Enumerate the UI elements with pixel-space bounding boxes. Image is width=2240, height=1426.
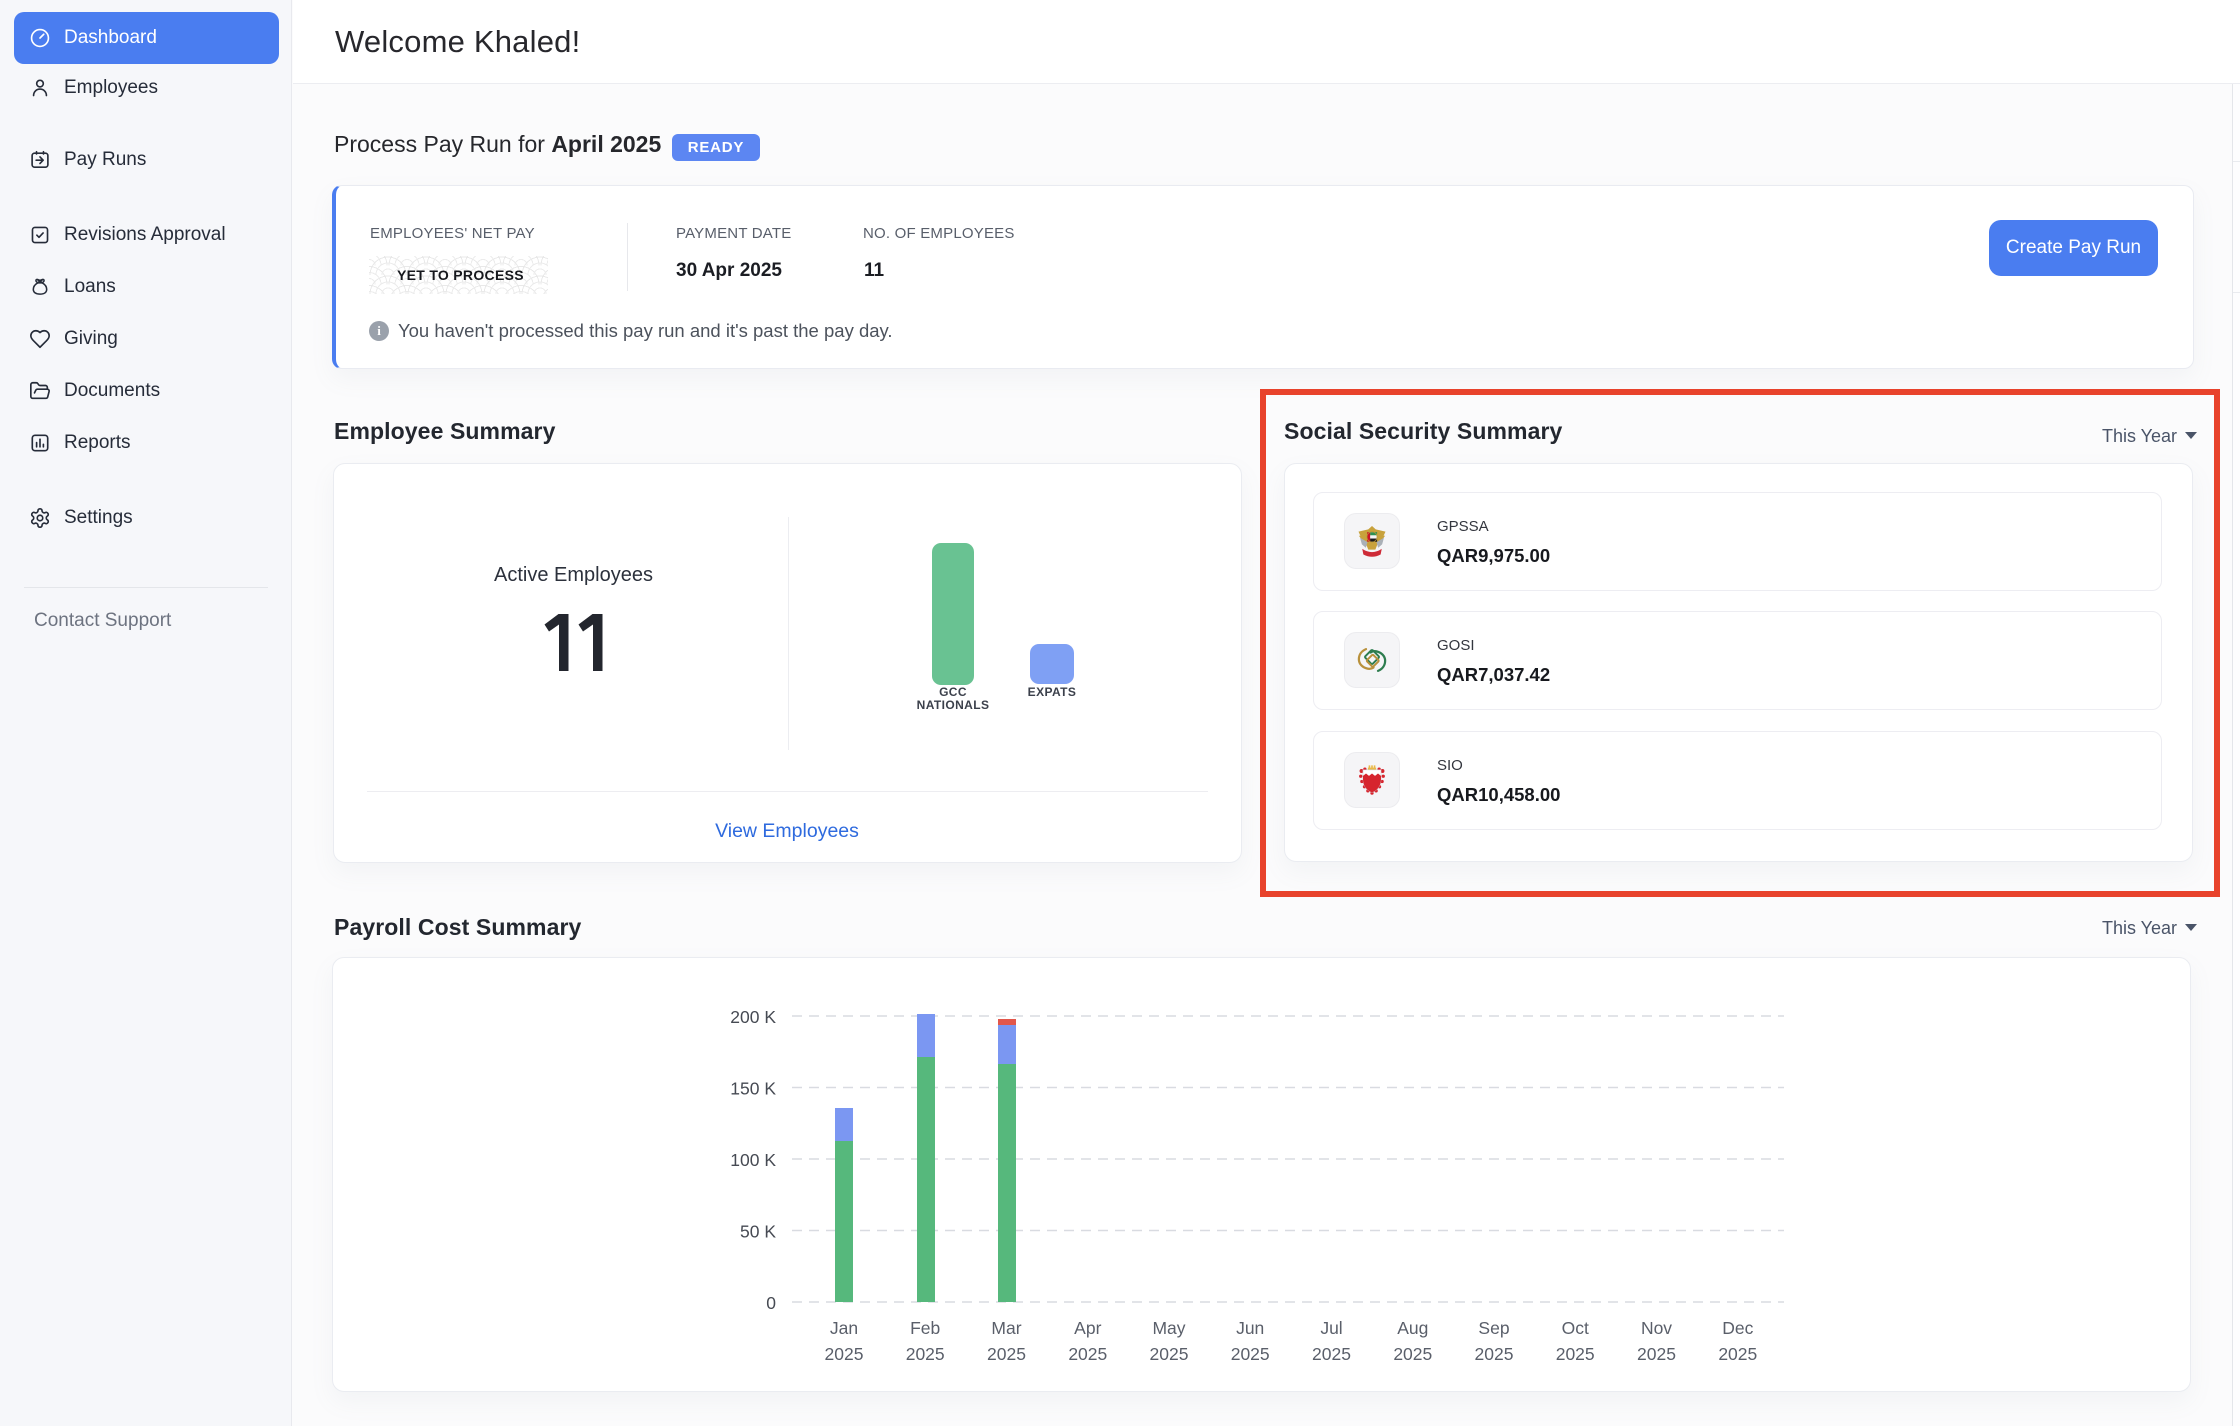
svg-text:200 K: 200 K xyxy=(730,1007,776,1027)
svg-text:Aug: Aug xyxy=(1397,1318,1428,1338)
svg-text:100 K: 100 K xyxy=(730,1150,776,1170)
svg-text:2025: 2025 xyxy=(1312,1344,1351,1364)
svg-text:Mar: Mar xyxy=(991,1318,1021,1338)
svg-text:Jun: Jun xyxy=(1236,1318,1264,1338)
svg-text:2025: 2025 xyxy=(987,1344,1026,1364)
svg-text:Jul: Jul xyxy=(1320,1318,1342,1338)
svg-text:May: May xyxy=(1152,1318,1185,1338)
svg-text:Jan: Jan xyxy=(830,1318,858,1338)
svg-text:2025: 2025 xyxy=(1475,1344,1514,1364)
svg-text:Feb: Feb xyxy=(910,1318,940,1338)
svg-text:2025: 2025 xyxy=(1150,1344,1189,1364)
svg-text:2025: 2025 xyxy=(1068,1344,1107,1364)
svg-text:2025: 2025 xyxy=(1637,1344,1676,1364)
svg-text:Dec: Dec xyxy=(1722,1318,1753,1338)
svg-text:2025: 2025 xyxy=(1231,1344,1270,1364)
svg-text:50 K: 50 K xyxy=(740,1222,776,1242)
svg-text:2025: 2025 xyxy=(1718,1344,1757,1364)
svg-text:Sep: Sep xyxy=(1478,1318,1509,1338)
svg-text:0: 0 xyxy=(766,1293,776,1313)
svg-text:2025: 2025 xyxy=(906,1344,945,1364)
svg-text:Nov: Nov xyxy=(1641,1318,1672,1338)
svg-text:Apr: Apr xyxy=(1074,1318,1101,1338)
svg-text:Oct: Oct xyxy=(1562,1318,1589,1338)
svg-text:2025: 2025 xyxy=(1393,1344,1432,1364)
svg-text:150 K: 150 K xyxy=(730,1079,776,1099)
svg-text:2025: 2025 xyxy=(825,1344,864,1364)
svg-text:2025: 2025 xyxy=(1556,1344,1595,1364)
